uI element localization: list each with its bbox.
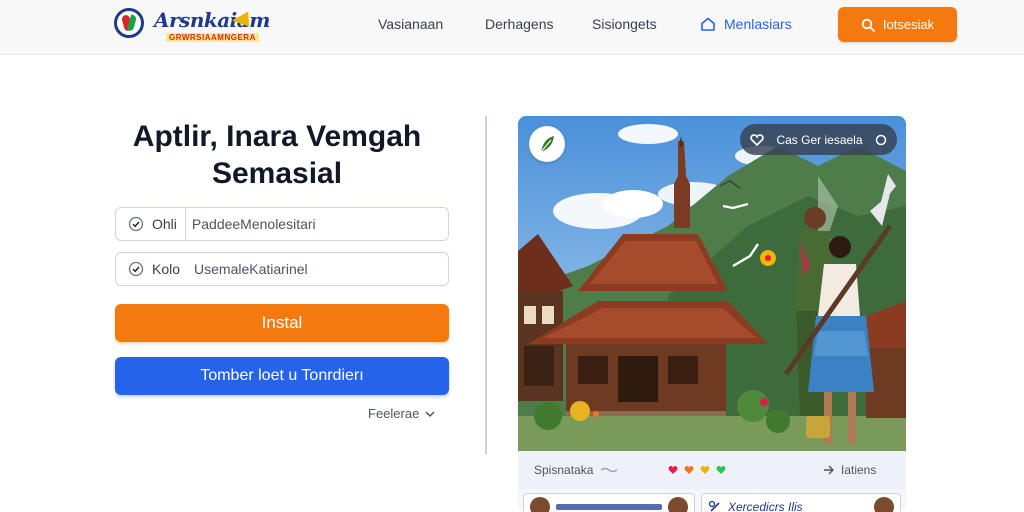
- field-1: Ohli: [115, 207, 449, 241]
- heart-green-icon: [716, 466, 726, 474]
- heart-orange-icon: [684, 466, 694, 474]
- mini-card-text: Xercedicrs Ilis: [728, 500, 803, 512]
- card-pill-label: Cas Ger iesaela: [776, 132, 863, 147]
- field-2-input[interactable]: [188, 255, 448, 283]
- promo-card: Cas Ger iesaela Spisnataka Iatiens Xerce…: [518, 116, 906, 512]
- reaction-dots: [668, 465, 728, 475]
- more-link[interactable]: Feelerae: [368, 406, 435, 421]
- card-brand-badge: [529, 126, 565, 162]
- share-link[interactable]: Iatiens: [823, 463, 876, 477]
- page-title: Aptlir, Inara Vemgah Semasial: [100, 118, 454, 192]
- link-icon: [708, 500, 720, 512]
- card-caption: Spisnataka: [534, 463, 618, 477]
- mini-card-right[interactable]: Xercedicrs Ilis: [701, 493, 901, 512]
- nav-item-label: Sisiongets: [592, 16, 657, 32]
- check-circle-icon: [128, 216, 144, 232]
- logo-name: Arsnkaiam: [154, 8, 270, 32]
- field-1-prefix-label: Ohli: [152, 216, 177, 232]
- field-1-input[interactable]: [185, 210, 448, 238]
- avatar: [668, 497, 688, 512]
- secondary-button[interactable]: Tomber loet u Tonrdierı: [115, 357, 449, 395]
- nav-item-label: Derhagens: [485, 16, 554, 32]
- heart-icon: [750, 133, 764, 146]
- nav-item-label: Menlasiars: [724, 16, 792, 32]
- home-icon: [701, 17, 715, 31]
- arrow-right-icon: [824, 465, 834, 475]
- avatar: [530, 497, 550, 512]
- page-title-line2: Semasial: [211, 157, 343, 190]
- nav-item-1[interactable]: Vasianaan: [378, 16, 443, 32]
- top-navbar: Arsnkaiam GRWRSIAAMNGERA Vasianaan Derha…: [0, 0, 1024, 55]
- text-placeholder-bar: [556, 504, 662, 510]
- wave-icon: [601, 467, 618, 473]
- search-icon: [875, 134, 887, 145]
- page-title-line1: Aptlir, Inara Vemgah: [132, 120, 422, 153]
- search-button[interactable]: Iotsesiak: [838, 7, 957, 42]
- field-1-prefix: Ohli: [116, 208, 186, 240]
- more-link-label: Feelerae: [368, 406, 420, 421]
- check-circle-icon: [128, 261, 144, 277]
- chevron-down-icon: [425, 410, 435, 417]
- search-button-label: Iotsesiak: [882, 17, 935, 32]
- field-2-prefix: Kolo: [116, 253, 188, 285]
- mini-card-left[interactable]: [523, 493, 695, 512]
- brand-logo[interactable]: Arsnkaiam GRWRSIAAMNGERA: [114, 6, 270, 46]
- nav-item-3[interactable]: Sisiongets: [592, 16, 657, 32]
- logo-tagline: GRWRSIAAMNGERA: [166, 33, 259, 42]
- reaction-icons: [668, 466, 726, 474]
- leaf-icon: [540, 136, 554, 153]
- search-icon: [861, 18, 875, 32]
- nav-item-2[interactable]: Derhagens: [485, 16, 554, 32]
- vertical-divider: [485, 116, 487, 454]
- nav-item-label: Vasianaan: [378, 16, 444, 32]
- install-button[interactable]: Instal: [115, 304, 449, 342]
- field-2-prefix-label: Kolo: [152, 261, 181, 277]
- card-caption-bar: Spisnataka Iatiens: [518, 451, 906, 489]
- share-label: Iatiens: [841, 463, 877, 477]
- logo-emblem-icon: [114, 8, 144, 38]
- field-2: Kolo: [115, 252, 449, 286]
- card-caption-label: Spisnataka: [534, 463, 594, 477]
- heart-yellow-icon: [700, 466, 710, 474]
- card-info-pill[interactable]: Cas Ger iesaela: [740, 124, 897, 155]
- heart-red-icon: [668, 466, 678, 474]
- hero-image: [518, 116, 906, 451]
- nav-item-4[interactable]: Menlasiars: [700, 16, 792, 32]
- avatar: [874, 497, 894, 512]
